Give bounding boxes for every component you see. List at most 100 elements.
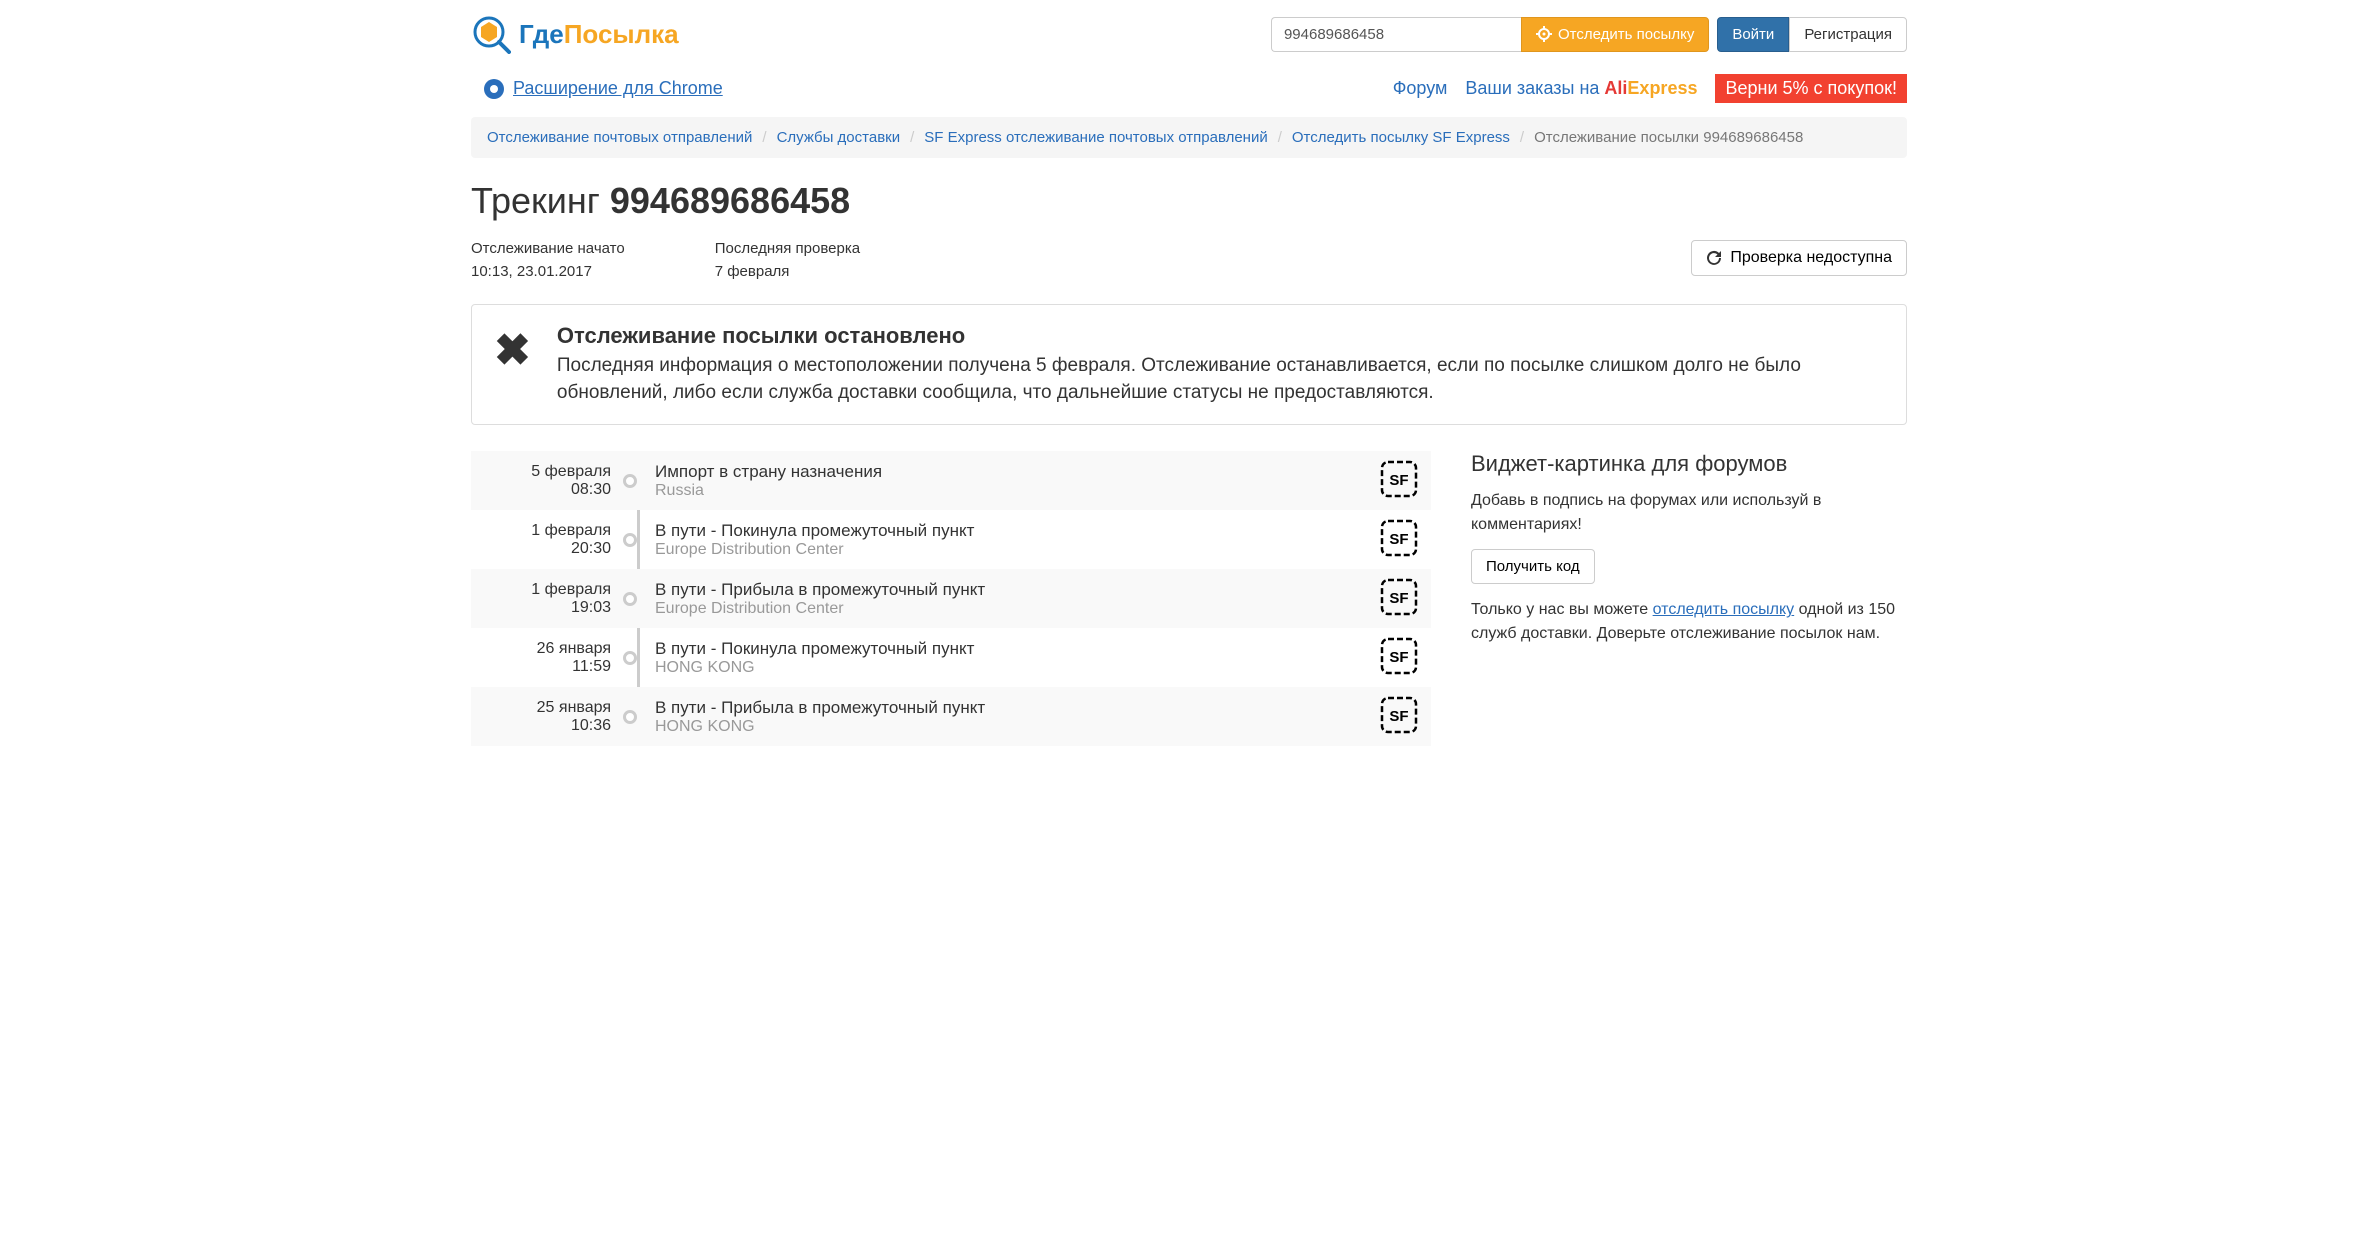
event-location: Europe Distribution Center xyxy=(655,541,1379,559)
event-time: 19:03 xyxy=(471,599,611,617)
timeline-row: 5 февраля08:30 Импорт в страну назначения… xyxy=(471,451,1431,510)
svg-text:SF: SF xyxy=(1389,708,1408,725)
timeline-dot xyxy=(623,710,637,724)
track-parcel-link[interactable]: отследить посылку xyxy=(1653,601,1795,618)
breadcrumb-item[interactable]: Службы доставки xyxy=(777,129,901,146)
event-location: Europe Distribution Center xyxy=(655,600,1379,618)
timeline-dot xyxy=(623,592,637,606)
event-date: 25 января xyxy=(537,699,611,716)
chrome-extension-label: Расширение для Chrome xyxy=(513,78,723,99)
breadcrumb-current: Отслеживание посылки 994689686458 xyxy=(1534,129,1803,146)
breadcrumb: Отслеживание почтовых отправлений/ Служб… xyxy=(471,117,1907,158)
event-body: В пути - Прибыла в промежуточный пунктEu… xyxy=(655,580,1379,618)
chrome-icon xyxy=(483,78,505,100)
logo-icon xyxy=(471,14,511,54)
get-code-button[interactable]: Получить код xyxy=(1471,549,1595,584)
timeline-row: 1 февраля19:03 В пути - Прибыла в промежу… xyxy=(471,569,1431,628)
timeline-row: 25 января10:36 В пути - Прибыла в промежу… xyxy=(471,687,1431,746)
track-button[interactable]: Отследить посылку xyxy=(1521,17,1709,52)
subbar-right: Форум Ваши заказы на AliExpress Верни 5%… xyxy=(1393,74,1907,103)
svg-text:SF: SF xyxy=(1389,472,1408,489)
last-check: Последняя проверка 7 февраля xyxy=(715,240,860,280)
tracking-started-value: 10:13, 23.01.2017 xyxy=(471,263,625,280)
event-datetime: 1 февраля19:03 xyxy=(471,581,621,617)
chrome-extension-link[interactable]: Расширение для Chrome xyxy=(483,78,723,100)
page-title: Трекинг 994689686458 xyxy=(471,180,1907,222)
ali-prefix: Ваши заказы на xyxy=(1465,78,1604,98)
event-location: HONG KONG xyxy=(655,659,1379,677)
timeline-dot xyxy=(623,533,637,547)
event-body: В пути - Прибыла в промежуточный пунктHO… xyxy=(655,698,1379,736)
event-time: 20:30 xyxy=(471,540,611,558)
breadcrumb-item[interactable]: Отследить посылку SF Express xyxy=(1292,129,1510,146)
event-date: 1 февраля xyxy=(531,581,611,598)
widget-panel: Виджет-картинка для форумов Добавь в под… xyxy=(1471,451,1907,746)
event-status: В пути - Прибыла в промежуточный пункт xyxy=(655,580,1379,600)
close-icon: ✖ xyxy=(494,323,531,373)
sf-express-icon: SF xyxy=(1379,636,1419,676)
event-datetime: 26 января11:59 xyxy=(471,640,621,676)
auth-group: Войти Регистрация xyxy=(1717,17,1907,52)
timeline-dot xyxy=(623,651,637,665)
event-body: Импорт в страну назначенияRussia xyxy=(655,462,1379,500)
refresh-icon xyxy=(1706,250,1722,266)
tracking-started-label: Отслеживание начато xyxy=(471,240,625,257)
timeline-row: 1 февраля20:30 В пути - Покинула промежут… xyxy=(471,510,1431,569)
event-status: Импорт в страну назначения xyxy=(655,462,1379,482)
refresh-button-label: Проверка недоступна xyxy=(1730,249,1892,267)
refresh-button[interactable]: Проверка недоступна xyxy=(1691,240,1907,276)
widget-footer: Только у нас вы можете отследить посылку… xyxy=(1471,598,1907,646)
tracking-started: Отслеживание начато 10:13, 23.01.2017 xyxy=(471,240,625,280)
aliexpress-link[interactable]: Ваши заказы на AliExpress xyxy=(1465,78,1697,99)
sf-express-icon: SF xyxy=(1379,695,1419,735)
logo-text-2: Посылка xyxy=(564,19,679,49)
last-check-label: Последняя проверка xyxy=(715,240,860,257)
title-tracking-number: 994689686458 xyxy=(610,180,850,221)
timeline-row: 26 января11:59 В пути - Покинула промежут… xyxy=(471,628,1431,687)
register-button[interactable]: Регистрация xyxy=(1789,17,1907,52)
breadcrumb-item[interactable]: Отслеживание почтовых отправлений xyxy=(487,129,752,146)
event-time: 08:30 xyxy=(471,481,611,499)
sf-express-icon: SF xyxy=(1379,518,1419,558)
ali-part2: Express xyxy=(1627,78,1697,98)
event-datetime: 1 февраля20:30 xyxy=(471,522,621,558)
sf-express-icon: SF xyxy=(1379,459,1419,499)
event-time: 10:36 xyxy=(471,717,611,735)
logo[interactable]: ГдеПосылка xyxy=(471,14,679,54)
track-button-label: Отследить посылку xyxy=(1558,26,1694,43)
forum-link[interactable]: Форум xyxy=(1393,78,1448,99)
last-check-value: 7 февраля xyxy=(715,263,860,280)
svg-text:SF: SF xyxy=(1389,649,1408,666)
ali-part1: Ali xyxy=(1604,78,1627,98)
sf-express-icon: SF xyxy=(1379,577,1419,617)
logo-text-1: Где xyxy=(519,19,564,49)
timeline: 5 февраля08:30 Импорт в страну назначения… xyxy=(471,451,1431,746)
event-time: 11:59 xyxy=(471,658,611,676)
event-datetime: 25 января10:36 xyxy=(471,699,621,735)
event-date: 5 февраля xyxy=(531,463,611,480)
cashback-banner[interactable]: Верни 5% с покупок! xyxy=(1715,74,1907,103)
event-datetime: 5 февраля08:30 xyxy=(471,463,621,499)
title-prefix: Трекинг xyxy=(471,180,610,221)
login-button[interactable]: Войти xyxy=(1717,17,1789,52)
search-group: Отследить посылку xyxy=(1271,17,1709,52)
event-location: Russia xyxy=(655,482,1379,500)
svg-text:SF: SF xyxy=(1389,590,1408,607)
tracking-input[interactable] xyxy=(1271,17,1521,52)
event-body: В пути - Покинула промежуточный пунктEur… xyxy=(655,521,1379,559)
event-date: 1 февраля xyxy=(531,522,611,539)
subbar: Расширение для Chrome Форум Ваши заказы … xyxy=(471,68,1907,117)
event-status: В пути - Покинула промежуточный пункт xyxy=(655,639,1379,659)
event-location: HONG KONG xyxy=(655,718,1379,736)
event-date: 26 января xyxy=(537,640,611,657)
meta-row: Отслеживание начато 10:13, 23.01.2017 По… xyxy=(471,240,1907,280)
timeline-dot xyxy=(623,474,637,488)
breadcrumb-item[interactable]: SF Express отслеживание почтовых отправл… xyxy=(924,129,1267,146)
alert-title: Отслеживание посылки остановлено xyxy=(557,323,1884,349)
event-status: В пути - Прибыла в промежуточный пункт xyxy=(655,698,1379,718)
alert-body: Последняя информация о местоположении по… xyxy=(557,353,1884,406)
widget-title: Виджет-картинка для форумов xyxy=(1471,451,1907,477)
target-icon xyxy=(1536,26,1552,42)
tracking-stopped-alert: ✖ Отслеживание посылки остановлено После… xyxy=(471,304,1907,425)
event-status: В пути - Покинула промежуточный пункт xyxy=(655,521,1379,541)
